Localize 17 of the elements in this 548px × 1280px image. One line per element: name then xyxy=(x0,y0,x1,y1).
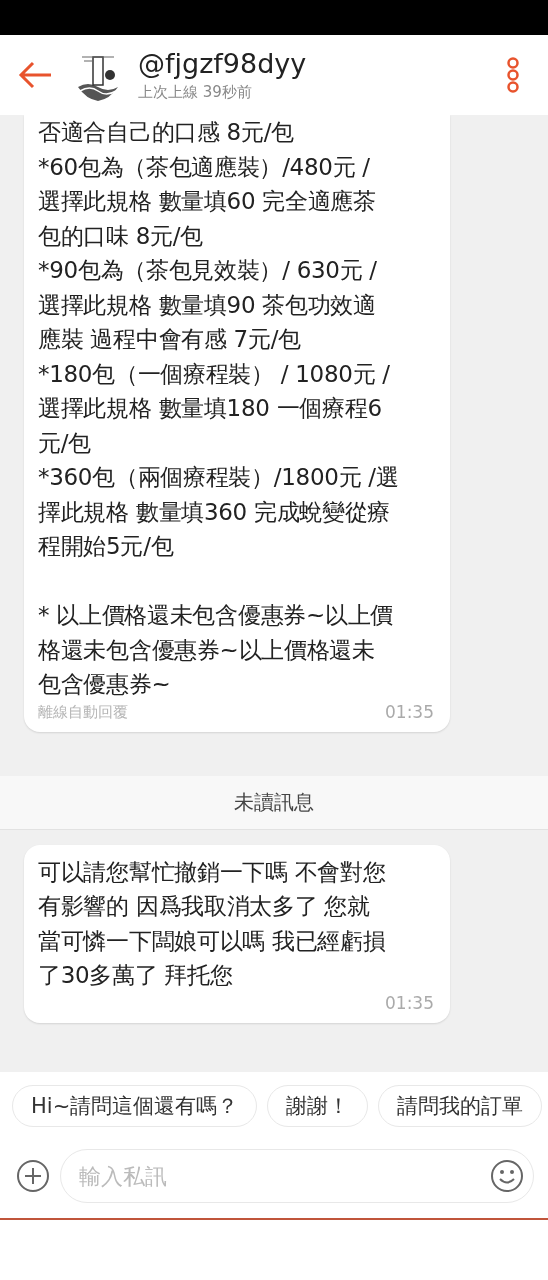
add-icon[interactable] xyxy=(16,1159,50,1193)
unread-divider-label: 未讀訊息 xyxy=(234,788,314,816)
quick-reply-chip[interactable]: Hi~請問這個還有嗎？ xyxy=(12,1085,258,1127)
quick-reply-chip[interactable]: 請問我的訂單 xyxy=(378,1085,543,1127)
auto-reply-label: 離線自動回覆 xyxy=(38,701,128,722)
message-time: 01:35 xyxy=(385,992,434,1013)
message-text: 否適合自己的口感 8元/包 *60包為（茶包適應裝）/480元 / 選擇此規格 數量填60 完全適應茶 包的口味 8元/包 *90包為（茶包見效裝）/ 630元 / 選擇此規格 數量填90 茶包功效適 應裝 過程中會有感 7元/包 *180包（一個療程裝） / 1080元 / 選擇此規格 數量填180 一個療程6 元/包 *360包（兩個療程裝）/1800元 /選 擇此規格 數量填360 完成蛻變從療 程開始5元/包 xyxy=(38,118,400,561)
message-input-field[interactable]: 輸入私訊 xyxy=(60,1149,534,1203)
quick-reply-chip[interactable]: 謝謝！ xyxy=(267,1085,369,1127)
contact-name: @fjgzf98dyy xyxy=(138,47,308,81)
back-arrow-icon[interactable] xyxy=(18,61,52,89)
more-options-icon[interactable] xyxy=(506,57,520,93)
last-seen-text: 上次上線 39秒前 xyxy=(138,82,253,103)
message-time: 01:35 xyxy=(385,701,434,722)
message-text: 可以請您幫忙撤銷一下嗎 不會對您 有影響的 因爲我取消太多了 您就 當可憐一下闆娘可以嗎 我已經虧損 了30多萬了 拜托您 xyxy=(38,857,387,990)
message-text: * 以上價格還未包含優惠券~以上價 格還未包含優惠券~以上價格還未 包含優惠券~ xyxy=(38,601,394,699)
emoji-icon[interactable] xyxy=(490,1159,524,1193)
